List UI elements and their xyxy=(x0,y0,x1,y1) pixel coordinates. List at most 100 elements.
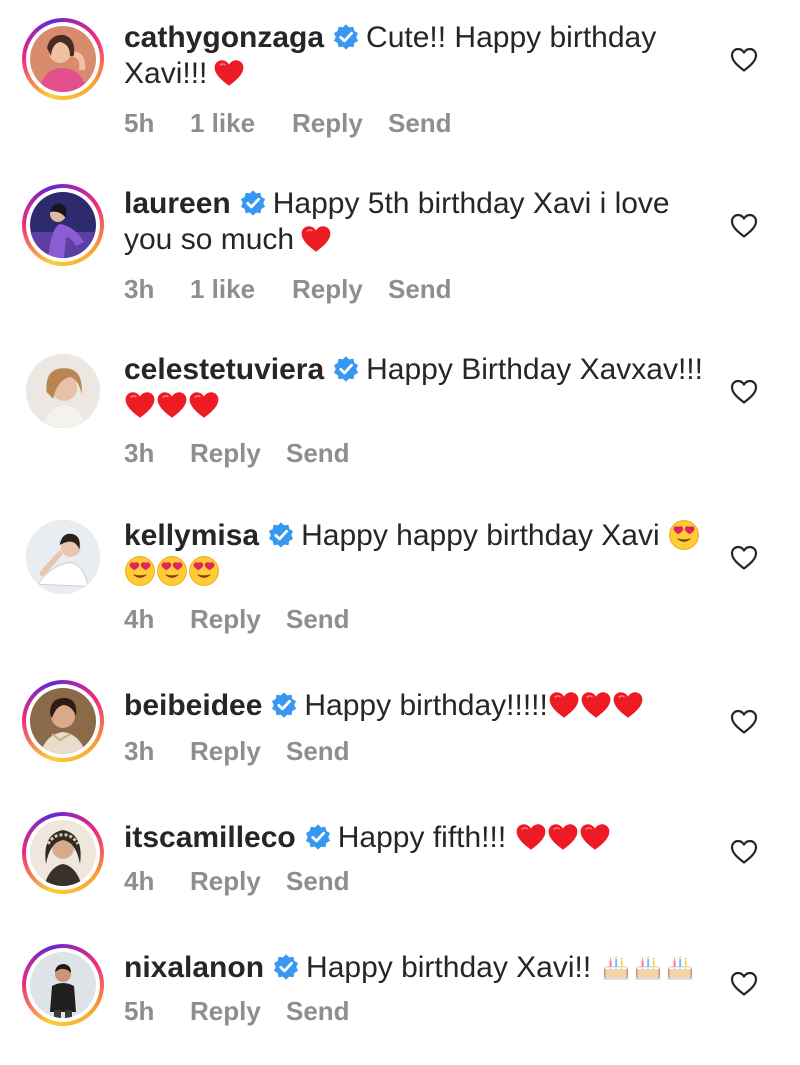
timestamp: 5h xyxy=(124,996,155,1026)
comment-text: Happy happy birthday Xavi xyxy=(301,519,660,552)
timestamp: 3h xyxy=(124,736,155,766)
comment-body: laureen Happy 5th birthday Xavi i love yo… xyxy=(124,186,704,258)
reply-button[interactable]: Reply xyxy=(190,736,286,766)
comment-meta: 3h Reply Send xyxy=(124,736,350,766)
red-heart-emoji-icon xyxy=(124,389,156,421)
avatar-story-ring[interactable] xyxy=(22,812,104,894)
comment-meta: 4h Reply Send xyxy=(124,866,350,896)
avatar xyxy=(26,520,100,594)
red-heart-emoji-icon xyxy=(156,389,188,421)
comment-text: Happy Birthday Xavxav!!! xyxy=(366,353,703,386)
verified-badge-icon xyxy=(304,823,332,851)
comment-meta: 5h 1 like Reply Send xyxy=(124,108,452,138)
username[interactable]: celestetuviera xyxy=(124,353,324,386)
avatar-story-ring[interactable] xyxy=(22,680,104,762)
comment-text-cont: Xavi!!! xyxy=(124,57,208,90)
heart-outline-icon[interactable] xyxy=(730,212,758,240)
comment-body: nixalanon Happy birthday Xavi!! xyxy=(124,950,704,986)
birthday-cake-emoji-icon xyxy=(664,951,696,983)
like-count[interactable]: 1 like xyxy=(190,108,292,138)
avatar-frame[interactable] xyxy=(22,516,104,598)
heart-eyes-emoji-icon xyxy=(188,555,220,587)
birthday-cake-emoji-icon xyxy=(600,951,632,983)
reply-button[interactable]: Reply xyxy=(190,604,286,634)
avatar xyxy=(30,192,96,258)
comment-text: Happy fifth!!! xyxy=(337,821,507,854)
timestamp: 4h xyxy=(124,866,155,896)
timestamp: 4h xyxy=(124,604,155,634)
avatar-story-ring[interactable] xyxy=(22,944,104,1026)
heart-outline-icon[interactable] xyxy=(730,378,758,406)
username[interactable]: itscamilleco xyxy=(124,821,296,854)
username[interactable]: beibeidee xyxy=(124,689,262,722)
verified-badge-icon xyxy=(239,189,267,217)
red-heart-emoji-icon xyxy=(579,821,611,853)
verified-badge-icon xyxy=(332,23,360,51)
avatar xyxy=(30,26,96,92)
send-button[interactable]: Send xyxy=(286,604,350,634)
red-heart-emoji-icon xyxy=(547,821,579,853)
avatar-frame[interactable] xyxy=(22,350,104,432)
timestamp: 3h xyxy=(124,438,155,468)
username[interactable]: nixalanon xyxy=(124,951,264,984)
reply-button[interactable]: Reply xyxy=(190,996,286,1026)
comments-list: cathygonzaga Cute!! Happy birthday Xavi!!… xyxy=(0,0,800,1065)
heart-outline-icon[interactable] xyxy=(730,708,758,736)
comment-text-cont: you so much xyxy=(124,223,295,256)
verified-badge-icon xyxy=(332,355,360,383)
like-count[interactable]: 1 like xyxy=(190,274,292,304)
avatar xyxy=(30,820,96,886)
heart-eyes-emoji-icon xyxy=(156,555,188,587)
comment-text: Happy birthday!!!!! xyxy=(304,689,548,722)
timestamp: 3h xyxy=(124,274,155,304)
username[interactable]: laureen xyxy=(124,187,231,220)
send-button[interactable]: Send xyxy=(388,274,452,304)
reply-button[interactable]: Reply xyxy=(292,108,388,138)
comment-body: beibeidee Happy birthday!!!!! xyxy=(124,688,704,724)
send-button[interactable]: Send xyxy=(286,866,350,896)
verified-badge-icon xyxy=(270,691,298,719)
reply-button[interactable]: Reply xyxy=(190,438,286,468)
avatar xyxy=(30,688,96,754)
red-heart-emoji-icon xyxy=(580,689,612,721)
heart-eyes-emoji-icon xyxy=(668,519,700,551)
comment-meta: 3h 1 like Reply Send xyxy=(124,274,452,304)
comment-text: Cute!! Happy birthday xyxy=(366,21,657,54)
heart-outline-icon[interactable] xyxy=(730,838,758,866)
comment-meta: 3h Reply Send xyxy=(124,438,350,468)
avatar-story-ring[interactable] xyxy=(22,184,104,266)
username[interactable]: kellymisa xyxy=(124,519,259,552)
send-button[interactable]: Send xyxy=(388,108,452,138)
comment-text: Happy birthday Xavi!! xyxy=(306,951,592,984)
red-heart-emoji-icon xyxy=(188,389,220,421)
avatar-story-ring[interactable] xyxy=(22,18,104,100)
reply-button[interactable]: Reply xyxy=(292,274,388,304)
red-heart-emoji-icon xyxy=(548,689,580,721)
verified-badge-icon xyxy=(272,953,300,981)
avatar xyxy=(30,952,96,1018)
red-heart-emoji-icon xyxy=(300,223,332,255)
verified-badge-icon xyxy=(267,521,295,549)
red-heart-emoji-icon xyxy=(213,57,245,89)
birthday-cake-emoji-icon xyxy=(632,951,664,983)
send-button[interactable]: Send xyxy=(286,438,350,468)
heart-outline-icon[interactable] xyxy=(730,970,758,998)
comment-body: itscamilleco Happy fifth!!! xyxy=(124,820,704,856)
send-button[interactable]: Send xyxy=(286,736,350,766)
comment-meta: 4h Reply Send xyxy=(124,604,350,634)
comment-body: celestetuviera Happy Birthday Xavxav!!! xyxy=(124,352,704,424)
reply-button[interactable]: Reply xyxy=(190,866,286,896)
heart-outline-icon[interactable] xyxy=(730,544,758,572)
timestamp: 5h xyxy=(124,108,155,138)
heart-outline-icon[interactable] xyxy=(730,46,758,74)
red-heart-emoji-icon xyxy=(612,689,644,721)
heart-eyes-emoji-icon xyxy=(124,555,156,587)
comment-meta: 5h Reply Send xyxy=(124,996,350,1026)
username[interactable]: cathygonzaga xyxy=(124,21,324,54)
avatar xyxy=(26,354,100,428)
comment-body: cathygonzaga Cute!! Happy birthday Xavi!!… xyxy=(124,20,704,92)
comment-text: Happy 5th birthday Xavi i love xyxy=(272,187,670,220)
comment-body: kellymisa Happy happy birthday Xavi xyxy=(124,518,704,590)
red-heart-emoji-icon xyxy=(515,821,547,853)
send-button[interactable]: Send xyxy=(286,996,350,1026)
